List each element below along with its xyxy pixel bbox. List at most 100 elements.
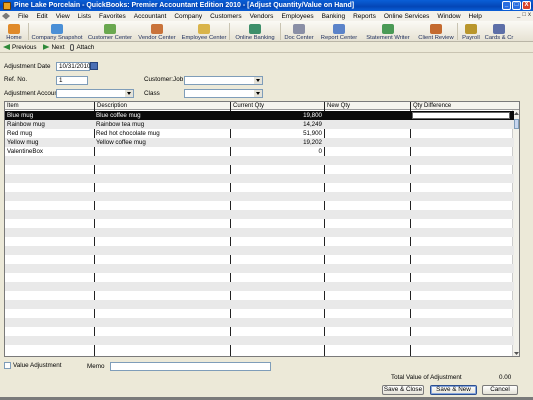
table-row[interactable] (5, 156, 514, 165)
toolbar-label: Report Center (320, 35, 358, 41)
menu-favorites[interactable]: Favorites (95, 13, 130, 20)
client-review-icon (430, 24, 442, 34)
maximize-button[interactable]: □ (512, 1, 521, 10)
adjustment-date-field[interactable]: 10/31/2010 (56, 62, 91, 71)
toolbar-doc-center-button[interactable]: Doc Center (281, 21, 317, 42)
class-label: Class (144, 90, 160, 97)
table-row[interactable] (5, 309, 514, 318)
menu-help[interactable]: Help (465, 13, 486, 20)
paperclip-icon (70, 43, 75, 51)
column-header-current-qty[interactable]: Current Qty (231, 102, 264, 110)
table-row[interactable] (5, 300, 514, 309)
column-header-item[interactable]: Item (5, 102, 19, 110)
column-header-description[interactable]: Description (95, 102, 127, 110)
toolbar-statement-writer-button[interactable]: Statement Writer (361, 21, 415, 42)
table-row[interactable] (5, 264, 514, 273)
child-close-button[interactable]: x (528, 12, 531, 18)
table-row[interactable] (5, 165, 514, 174)
column-header-qty-difference[interactable]: Qty Difference (411, 102, 451, 110)
table-row[interactable] (5, 282, 514, 291)
table-row[interactable]: Red mug Red hot chocolate mug 51,900 (5, 129, 514, 138)
table-row[interactable]: ValentineBox 0 (5, 147, 514, 156)
menu-company[interactable]: Company (170, 13, 206, 20)
menu-window[interactable]: Window (433, 13, 464, 20)
toolbar-label: Company Snapshot (31, 35, 83, 41)
menu-file[interactable]: File (14, 13, 32, 20)
toolbar-vendor-center-button[interactable]: Vendor Center (135, 21, 179, 42)
adjustment-account-dropdown[interactable] (56, 89, 134, 98)
vendor-center-icon (151, 24, 163, 34)
table-row[interactable]: Blue mug Blue coffee mug 19,800 (5, 111, 514, 120)
table-row[interactable] (5, 255, 514, 264)
save-new-button[interactable]: Save & New (430, 385, 477, 395)
table-row[interactable] (5, 237, 514, 246)
table-row[interactable] (5, 336, 514, 345)
description-cell: Yellow coffee mug (96, 139, 146, 146)
table-row[interactable] (5, 327, 514, 336)
minimize-button[interactable]: _ (502, 1, 511, 10)
table-row[interactable] (5, 174, 514, 183)
chevron-down-icon (254, 77, 262, 84)
cancel-button[interactable]: Cancel (482, 385, 518, 395)
attach-button[interactable]: Attach (70, 43, 94, 51)
menu-banking[interactable]: Banking (318, 13, 350, 20)
table-row[interactable] (5, 273, 514, 282)
toolbar-home-button[interactable]: Home (0, 21, 28, 42)
menu-view[interactable]: View (52, 13, 74, 20)
table-row[interactable] (5, 246, 514, 255)
scroll-down-icon[interactable] (514, 352, 519, 355)
toolbar-label: Employee Center (181, 35, 227, 41)
table-row[interactable] (5, 201, 514, 210)
column-header-new-qty[interactable]: New Qty (325, 102, 350, 110)
toolbar-employee-center-button[interactable]: Employee Center (179, 21, 229, 42)
table-row[interactable] (5, 318, 514, 327)
scroll-thumb[interactable] (514, 119, 519, 129)
company-snapshot-icon (51, 24, 63, 34)
toolbar-customer-center-button[interactable]: Customer Center (85, 21, 135, 42)
menu-lists[interactable]: Lists (74, 13, 95, 20)
menu-employees[interactable]: Employees (277, 13, 317, 20)
table-row[interactable] (5, 183, 514, 192)
menu-reports[interactable]: Reports (349, 13, 380, 20)
class-dropdown[interactable] (184, 89, 263, 98)
previous-button[interactable]: Previous (3, 44, 37, 51)
next-button[interactable]: Next (42, 44, 64, 51)
payroll-icon (465, 24, 477, 34)
document-menu-icon[interactable] (2, 12, 10, 20)
table-row[interactable] (5, 345, 514, 354)
menu-edit[interactable]: Edit (32, 13, 51, 20)
qty-difference-input[interactable] (412, 112, 510, 119)
table-row[interactable] (5, 219, 514, 228)
next-arrow-icon (42, 44, 50, 50)
toolbar-report-center-button[interactable]: Report Center (317, 21, 361, 42)
toolbar-online-banking-button[interactable]: Online Banking (230, 21, 280, 42)
item-cell: Rainbow mug (7, 121, 45, 128)
current-qty-cell: 14,249 (303, 121, 322, 128)
toolbar-cards-credit-button[interactable]: Cards & Cr (484, 21, 514, 42)
items-table: Item Description Current Qty New Qty Qty… (4, 101, 520, 357)
table-row[interactable]: Yellow mug Yellow coffee mug 19,202 (5, 138, 514, 147)
table-row[interactable] (5, 210, 514, 219)
value-adjustment-checkbox[interactable] (4, 362, 11, 369)
menu-customers[interactable]: Customers (206, 13, 245, 20)
customer-job-dropdown[interactable] (184, 76, 263, 85)
scroll-up-icon[interactable] (514, 112, 519, 115)
menu-accountant[interactable]: Accountant (130, 13, 171, 20)
menu-online-services[interactable]: Online Services (380, 13, 434, 20)
toolbar-payroll-button[interactable]: Payroll (458, 21, 484, 42)
ref-no-field[interactable]: 1 (56, 76, 88, 85)
table-row[interactable] (5, 192, 514, 201)
description-cell (94, 147, 230, 156)
calendar-icon[interactable] (90, 62, 98, 70)
child-restore-button[interactable]: □ (522, 12, 526, 18)
table-row[interactable]: Rainbow mug Rainbow tea mug 14,249 (5, 120, 514, 129)
memo-field[interactable] (110, 362, 271, 371)
table-row[interactable] (5, 228, 514, 237)
menu-vendors[interactable]: Vendors (246, 13, 278, 20)
save-close-button[interactable]: Save & Close (382, 385, 424, 395)
toolbar-client-review-button[interactable]: Client Review (415, 21, 457, 42)
child-minimize-button[interactable]: _ (517, 12, 520, 18)
table-row[interactable] (5, 291, 514, 300)
toolbar-company-snapshot-button[interactable]: Company Snapshot (29, 21, 85, 42)
close-button[interactable]: X (522, 1, 531, 10)
